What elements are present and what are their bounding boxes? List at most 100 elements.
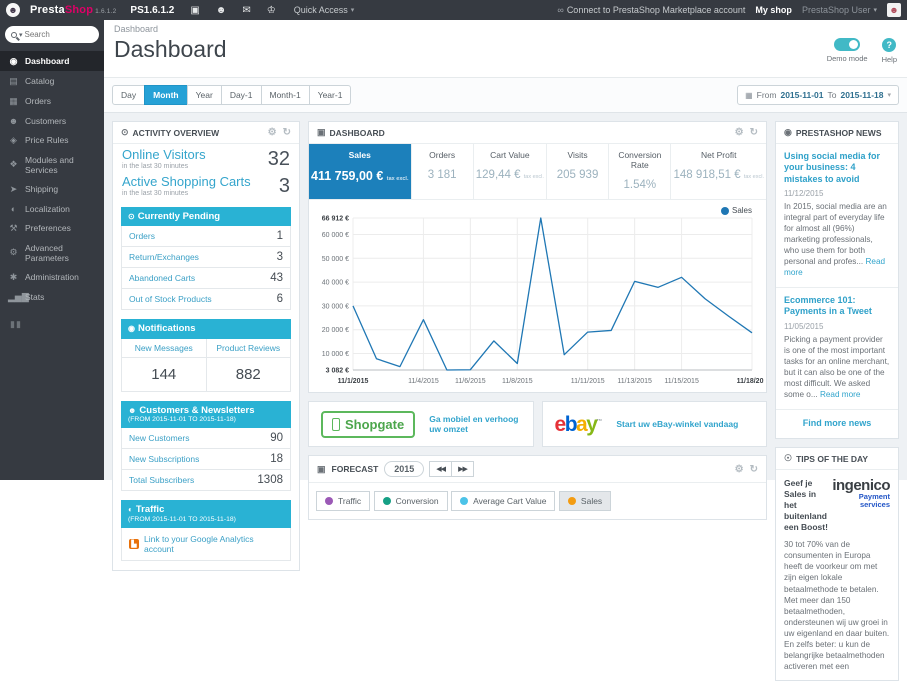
period-month-1-button[interactable]: Month-1 [260, 85, 310, 105]
bell-icon: ◉ [128, 324, 135, 334]
kpi-conversion-rate[interactable]: Conversion Rate 1.54% [609, 144, 672, 199]
sidebar-item-orders[interactable]: ▦ Orders [0, 91, 104, 111]
kpi-sales[interactable]: Sales 411 759,00 € tax excl. [309, 144, 412, 199]
sales-line-chart: 3 082 € 10 000 € 20 000 € 30 000 € 40 000 € 5… [322, 216, 764, 386]
read-more-link[interactable]: Read more [820, 390, 861, 399]
legend-dot [382, 497, 391, 505]
article-title-link[interactable]: Using social media for your business: 4 … [784, 151, 890, 185]
forecast-next-button[interactable]: ▶▶ [451, 461, 474, 477]
orders-icon: ▦ [9, 95, 18, 106]
svg-text:30 000 €: 30 000 € [322, 303, 349, 310]
new-messages-value: 144 [122, 357, 207, 391]
sidebar-item-localization[interactable]: ◐ Localization [0, 199, 104, 218]
sidebar-item-price-rules[interactable]: ◈ Price Rules [0, 130, 104, 150]
user-icon[interactable]: ☻ [216, 5, 227, 16]
forecast-prev-button[interactable]: ◀◀ [429, 461, 453, 477]
sidebar-item-catalog[interactable]: ▤ Catalog [0, 71, 104, 91]
sidebar-item-shipping[interactable]: ➤ Shipping [0, 179, 104, 199]
total-subscribers-link[interactable]: Total Subscribers [129, 475, 194, 485]
date-range-picker[interactable]: ▦ From 2015-11-01 To 2015-11-18 ▾ [737, 85, 899, 105]
new-subscriptions-link[interactable]: New Subscriptions [129, 454, 199, 464]
period-day-button[interactable]: Day [112, 85, 146, 105]
kpi-visits[interactable]: Visits 205 939 [547, 144, 610, 199]
online-visitors-link[interactable]: Online Visitors [122, 147, 206, 162]
sidebar-item-label: Administration [25, 272, 79, 282]
sidebar-item-preferences[interactable]: ⚒ Preferences [0, 218, 104, 238]
refresh-icon[interactable]: ↻ [750, 127, 758, 138]
help-button[interactable]: ? Help [882, 38, 897, 64]
mail-icon[interactable]: ✉ [242, 5, 250, 16]
row-value: 18 [270, 453, 283, 466]
new-customers-link[interactable]: New Customers [129, 433, 189, 443]
panel-title: ACTIVITY OVERVIEW [132, 127, 220, 138]
user-menu-label: PrestaShop User [801, 5, 871, 15]
user-avatar[interactable]: ☻ [887, 3, 901, 17]
tags-icon: ◈ [10, 134, 17, 145]
google-analytics-link[interactable]: Link to your Google Analytics account [144, 534, 283, 554]
active-carts-stat: Active Shopping Carts in the last 30 min… [113, 171, 299, 198]
quick-access-menu[interactable]: Quick Access ▾ [294, 5, 355, 15]
shopgate-link[interactable]: Ga mobiel en verhoog uw omzet [429, 414, 520, 434]
abandoned-carts-link[interactable]: Abandoned Carts [129, 273, 195, 283]
period-day-1-button[interactable]: Day-1 [220, 85, 262, 105]
cart-icon: ▣ [317, 463, 326, 474]
breadcrumb: Dashboard [114, 24, 159, 34]
sidebar-item-label: Preferences [25, 223, 71, 233]
calendar-icon: ▦ [745, 90, 753, 100]
demo-mode-toggle[interactable]: Demo mode [827, 38, 868, 64]
legend-dot [720, 206, 729, 215]
user-menu[interactable]: PrestaShop User ▾ [802, 5, 877, 15]
legend-conversion-button[interactable]: Conversion [373, 491, 448, 511]
panel-title: DASHBOARD [329, 127, 385, 138]
kpi-orders[interactable]: Orders 3 181 [412, 144, 474, 199]
cart-icon[interactable]: ▣ [190, 5, 199, 16]
legend-average-cart-value-button[interactable]: Average Cart Value [451, 491, 556, 511]
gear-icon[interactable]: ⚙ [735, 464, 744, 475]
sidebar-item-stats[interactable]: ▂▅▇ Stats [0, 287, 104, 307]
kpi-cart-value[interactable]: Cart Value 129,44 € tax excl. [474, 144, 547, 199]
dashboard-icon: ◉ [9, 55, 18, 66]
period-year-button[interactable]: Year [186, 85, 222, 105]
gear-icon[interactable]: ⚙ [268, 127, 277, 138]
sidebar-item-customers[interactable]: ☻ Customers [0, 111, 104, 130]
product-reviews-link[interactable]: Product Reviews [206, 339, 290, 358]
my-shop-link[interactable]: My shop [755, 5, 792, 15]
period-month-button[interactable]: Month [144, 85, 188, 105]
period-year-1-button[interactable]: Year-1 [308, 85, 352, 105]
date-range-subtitle: (FROM 2015-11-01 TO 2015-11-18) [128, 515, 236, 523]
collapse-sidebar-button[interactable]: ▮▮ [10, 319, 94, 330]
gear-icon[interactable]: ⚙ [735, 127, 744, 138]
sidebar-item-modules-and-services[interactable]: ❖ Modules and Services [0, 150, 104, 179]
orders-link[interactable]: Orders [129, 231, 155, 241]
ebay-link[interactable]: Start uw eBay-winkel vandaag [616, 419, 738, 429]
pending-row: Orders 1 [122, 226, 290, 248]
prestashop-logo: ☻ [6, 3, 20, 17]
sidebar-search[interactable]: ▾ [5, 26, 99, 43]
returns-link[interactable]: Return/Exchanges [129, 252, 199, 262]
sidebar-item-dashboard[interactable]: ◉ Dashboard [0, 51, 104, 71]
chart-legend-sales[interactable]: Sales [720, 206, 752, 215]
out-of-stock-link[interactable]: Out of Stock Products [129, 294, 212, 304]
svg-text:66 912 €: 66 912 € [322, 216, 349, 223]
refresh-icon[interactable]: ↻ [283, 127, 291, 138]
marketplace-link[interactable]: ∞ Connect to PrestaShop Marketplace acco… [557, 5, 745, 15]
active-carts-link[interactable]: Active Shopping Carts [122, 174, 251, 189]
article-date: 11/12/2015 [784, 188, 824, 198]
chevron-down-icon[interactable]: ▾ [19, 31, 23, 39]
refresh-icon[interactable]: ↻ [750, 464, 758, 475]
search-icon [11, 31, 17, 38]
legend-traffic-button[interactable]: Traffic [316, 491, 371, 511]
sidebar-item-label: Dashboard [25, 56, 70, 66]
toggle-icon[interactable] [834, 38, 861, 51]
article-title-link[interactable]: Ecommerce 101: Payments in a Tweet [784, 295, 890, 318]
user-icon: ☻ [128, 405, 137, 415]
search-input[interactable] [24, 30, 93, 39]
legend-sales-button[interactable]: Sales [558, 491, 612, 511]
trophy-icon[interactable]: ♔ [267, 5, 276, 16]
find-more-news-link[interactable]: Find more news [776, 410, 898, 438]
new-messages-link[interactable]: New Messages [122, 338, 207, 358]
gears-icon: ⚙ [9, 247, 18, 257]
sidebar-item-administration[interactable]: ✱ Administration [0, 267, 104, 287]
kpi-net-profit[interactable]: Net Profit 148 918,51 € tax excl. [671, 144, 766, 199]
sidebar-item-advanced-parameters[interactable]: ⚙ Advanced Parameters [0, 238, 104, 267]
